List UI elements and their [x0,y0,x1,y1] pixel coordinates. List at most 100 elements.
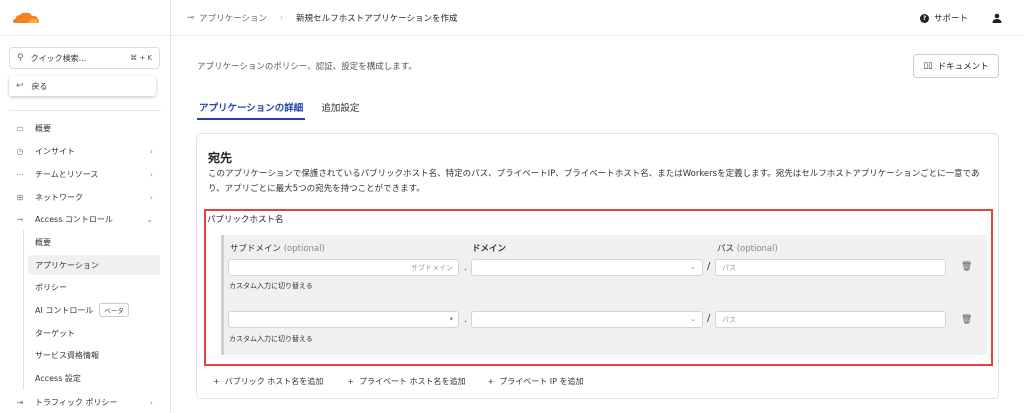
trash-icon[interactable]: 🗑 [961,315,972,325]
sidebar-subitem-ai-control[interactable]: AI コントロール ベータ [28,300,160,320]
plus-icon: + [213,377,220,386]
sidebar-item-label: トラフィック ポリシー [35,397,118,407]
domain-select[interactable]: ⌄ [471,311,703,328]
add-link-label: パブリック ホスト名を追加 [224,377,324,386]
sidebar: ⚲ クイック検索... ⌘ + K ↩ 戻る ▭ 概要 ◷ インサイト › ⋯ … [0,0,171,413]
breadcrumb-parent-label: アプリケーション [199,13,267,24]
beta-badge: ベータ [99,303,129,317]
card-title: 宛先 [208,151,233,165]
tab-bar: アプリケーションの詳細 追加設定 [197,96,361,120]
back-label: 戻る [31,81,48,91]
slash-separator: / [707,313,711,324]
top-right-actions: ? サポート [919,0,1002,36]
sidebar-subitem-applications[interactable]: アプリケーション [28,255,160,275]
tab-application-details[interactable]: アプリケーションの詳細 [197,96,306,120]
breadcrumb-current: 新規セルフホストアプリケーションを作成 [296,13,458,24]
add-link-label: プライベート ホスト名を追加 [358,377,466,386]
sidebar-item-teams[interactable]: ⋯ チームとリソース › [14,164,160,184]
tab-additional-settings[interactable]: 追加設定 [319,96,361,120]
quick-search-shortcut: ⌘ + K [130,54,152,62]
book-icon: ▯▯ [923,61,933,71]
sidebar-item-label: チームとリソース [35,169,99,179]
plus-icon: + [347,377,354,386]
breadcrumb-separator-icon: › [279,13,284,22]
column-domain-header: ドメイン [472,244,507,254]
sidebar-item-traffic-policy[interactable]: ⇥ トラフィック ポリシー › [14,392,160,412]
support-button[interactable]: ? サポート [919,12,968,24]
sidebar-subitem-policies[interactable]: ポリシー [28,277,160,297]
chevron-down-icon: ⌄ [146,214,153,224]
chevron-right-icon: › [149,192,153,202]
applications-icon: ⊸ [187,12,195,23]
sidebar-subitem-access-settings[interactable]: Access 設定 [28,368,160,388]
network-icon: ⊞ [16,192,24,202]
help-icon: ? [919,13,929,23]
sidebar-subitem-label: AI コントロール [35,305,94,315]
switch-custom-input-link[interactable]: カスタム入力に切り替える [229,334,313,344]
teams-icon: ⋯ [16,169,24,179]
add-link-label: プライベート IP を追加 [499,377,584,386]
sidebar-subitem-label: サービス資格情報 [35,350,99,360]
column-subdomain-header: サブドメイン (optional) [230,242,325,254]
back-button[interactable]: ↩ 戻る [9,76,156,96]
sidebar-item-label: 概要 [35,123,51,133]
sidebar-item-network[interactable]: ⊞ ネットワーク › [14,187,160,207]
add-private-ip-button[interactable]: + プライベート IP を追加 [488,376,584,387]
switch-custom-input-link[interactable]: カスタム入力に切り替える [229,281,313,291]
sidebar-subitem-targets[interactable]: ターゲット [28,323,160,343]
support-label: サポート [933,14,968,24]
dot-separator: . [464,263,467,273]
sidebar-item-label: ネットワーク [35,192,83,202]
documentation-button[interactable]: ▯▯ ドキュメント [913,54,999,78]
breadcrumb-parent[interactable]: ⊸ アプリケーション [187,12,267,24]
sidebar-subitem-label: ポリシー [35,282,67,292]
sidebar-item-label: インサイト [35,146,75,156]
top-bar: ⊸ アプリケーション › 新規セルフホストアプリケーションを作成 ? サポート [171,0,1024,36]
subdomain-header-text: サブドメイン [230,244,282,254]
optional-tag: (optional) [736,244,778,254]
logo-row [0,0,170,36]
slash-separator: / [707,261,711,272]
insights-icon: ◷ [16,146,24,156]
chevron-right-icon: › [149,146,153,156]
chevron-down-icon: ⌄ [690,263,696,271]
optional-tag: (optional) [283,244,325,254]
quick-search-input[interactable]: ⚲ クイック検索... ⌘ + K [9,47,160,69]
path-input[interactable]: パス [715,311,946,328]
add-public-hostname-button[interactable]: + パブリック ホスト名を追加 [213,376,323,387]
sidebar-subitem-label: ターゲット [35,328,75,338]
sidebar-item-insights[interactable]: ◷ インサイト › [14,141,160,161]
sidebar-item-overview[interactable]: ▭ 概要 [14,118,160,138]
sidebar-subitem-overview[interactable]: 概要 [28,232,160,252]
chevron-down-icon: ⌄ [690,315,696,323]
chevron-right-icon: › [149,397,153,407]
dot-separator: . [464,315,467,325]
documentation-label: ドキュメント [937,62,989,72]
sidebar-item-label: Access コントロール [35,214,113,224]
sidebar-subitem-label: 概要 [35,237,51,247]
highlight-box [204,209,993,366]
overview-icon: ▭ [16,123,24,133]
subdomain-input[interactable]: サブドメイン [228,259,459,276]
column-path-header: パス (optional) [717,242,778,254]
plus-icon: + [487,377,495,386]
add-destination-links: + パブリック ホスト名を追加 + プライベート ホスト名を追加 + プライベー… [213,376,583,387]
add-private-hostname-button[interactable]: + プライベート ホスト名を追加 [347,376,465,387]
submenu-line [23,230,24,390]
domain-select[interactable]: ⌄ [471,259,703,276]
user-icon[interactable] [992,13,1002,23]
quick-search-label: クイック検索... [30,53,87,63]
path-header-text: パス [717,244,735,254]
public-hostname-label: パブリックホスト名 [207,215,284,225]
subdomain-input[interactable]: * [228,311,459,328]
sidebar-item-access[interactable]: ⊸ Access コントロール ⌄ [14,209,160,229]
sidebar-subitem-label: アプリケーション [35,260,99,270]
sidebar-subitem-service-credentials[interactable]: サービス資格情報 [28,345,160,365]
cloudflare-logo[interactable] [12,11,40,25]
card-description: このアプリケーションで保護されているパブリックホスト名、特定のパス、プライベート… [208,169,980,194]
path-input[interactable]: パス [715,259,946,276]
trash-icon[interactable]: 🗑 [961,262,972,272]
sidebar-divider [9,110,161,111]
page-description: アプリケーションのポリシー、認証、設定を構成します。 [197,62,417,72]
traffic-policy-icon: ⇥ [16,397,24,407]
